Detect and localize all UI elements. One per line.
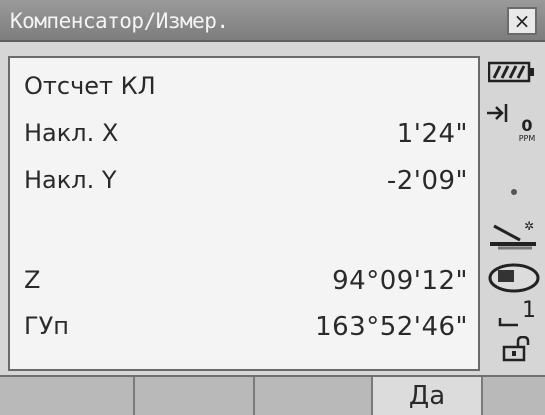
- battery-icon: [488, 61, 534, 83]
- ppm-unit: PPM: [518, 134, 536, 143]
- close-button[interactable]: ×: [507, 7, 537, 35]
- unlock-icon: [502, 336, 530, 362]
- target-arrow-icon: [487, 104, 508, 122]
- title-bar: Компенсатор/Измер. ×: [0, 0, 545, 42]
- yes-button[interactable]: Да: [373, 377, 483, 415]
- face-row: Отсчет КЛ: [10, 68, 478, 108]
- tilt-sensor-icon: ✲: [490, 219, 536, 250]
- readings-panel: Отсчет КЛ Накл. X 1'24" Накл. Y -2'09" Z…: [8, 56, 480, 371]
- tilt-x-value: 1'24": [396, 119, 468, 149]
- horizontal-angle-label: ГУп: [24, 312, 69, 340]
- softkey-3[interactable]: [255, 377, 373, 415]
- zenith-value: 94°09'12": [332, 266, 468, 296]
- svg-text:✲: ✲: [524, 219, 534, 233]
- horizontal-angle-value: 163°52'46": [315, 312, 468, 342]
- tilt-x-label: Накл. X: [24, 119, 119, 147]
- prism-disk-icon: [488, 263, 540, 293]
- softkey-1[interactable]: [0, 377, 135, 415]
- zenith-row: Z 94°09'12": [10, 262, 478, 302]
- horizontal-angle-row: ГУп 163°52'46": [10, 308, 478, 348]
- tilt-x-row: Накл. X 1'24": [10, 115, 478, 155]
- dot-icon: [511, 189, 517, 195]
- face-label: Отсчет КЛ: [24, 72, 156, 100]
- status-sidebar: 0 PPM ✲ 1: [484, 56, 542, 374]
- ppm-value: 0: [521, 116, 533, 135]
- softkey-2[interactable]: [135, 377, 255, 415]
- prism-constant-icon: 1: [498, 298, 538, 328]
- prism-level: 1: [522, 298, 536, 323]
- softkey-bar: Да: [0, 375, 545, 415]
- zenith-label: Z: [24, 266, 41, 294]
- close-icon: ×: [513, 9, 531, 33]
- window-title: Компенсатор/Измер.: [10, 9, 229, 33]
- tilt-y-value: -2'09": [386, 166, 468, 196]
- softkey-5[interactable]: [483, 377, 545, 415]
- tilt-y-row: Накл. Y -2'09": [10, 162, 478, 202]
- ppm-indicator: 0 PPM: [512, 116, 542, 144]
- tilt-y-label: Накл. Y: [24, 166, 117, 194]
